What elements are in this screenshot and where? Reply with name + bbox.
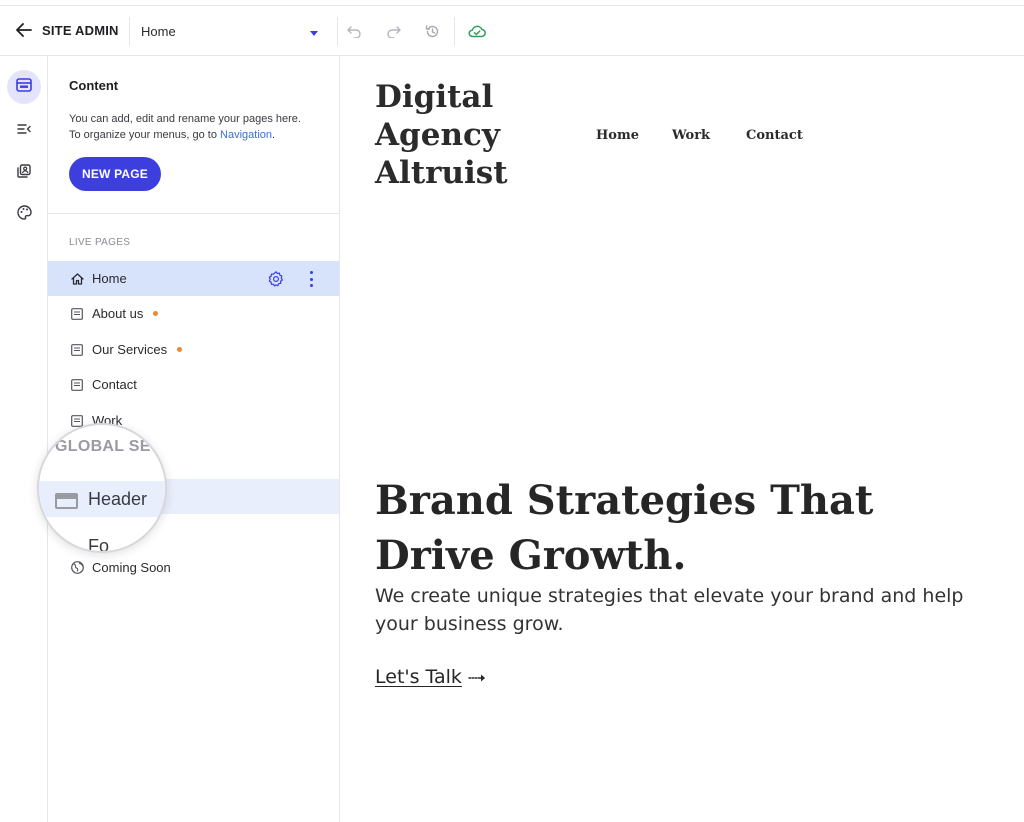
icon-rail [0,56,48,822]
global-row-coming-soon[interactable]: Coming Soon [48,550,339,585]
live-pages-label: LIVE PAGES [69,237,131,248]
footer-row-label-partial[interactable]: Fo [88,536,109,551]
library-icon [17,163,31,183]
rail-design-button[interactable] [7,198,41,232]
undo-icon[interactable] [343,20,365,42]
divider [337,17,338,46]
page-icon [69,306,85,322]
page-row-label: Our Services [92,342,168,357]
site-admin-label: SITE ADMIN [42,22,119,38]
page-row-label: About us [92,306,144,321]
new-page-button[interactable]: NEW PAGE [69,157,161,191]
gear-icon[interactable] [267,270,285,288]
global-sections-label: GLOBAL SEC [55,438,163,455]
hero-title: Brand Strategies That Drive Growth. [375,473,895,583]
zoom-magnifier: GLOBAL SEC Header Fo [37,423,167,553]
page-select[interactable]: Home [130,17,328,46]
site-preview: Digital Agency Altruist Home Work Contac… [341,56,1024,822]
page-row-our-services[interactable]: Our Services [48,332,339,367]
logo-line: Altruist [375,155,508,191]
page-select-value: Home [141,24,176,39]
nav-link-work[interactable]: Work [672,128,710,143]
divider [454,17,455,46]
panel-description: You can add, edit and rename your pages … [69,111,329,143]
page-row-label: Contact [92,377,137,392]
rail-pages-button[interactable] [7,70,41,104]
logo-line: Agency [375,117,500,153]
globe-icon [69,560,85,576]
page-icon [69,377,85,393]
redo-icon[interactable] [383,20,405,42]
caret-down-icon [310,23,318,41]
arrow-left-icon [14,18,34,42]
unsaved-dot [153,311,159,316]
page-row-home[interactable]: Home [48,261,339,296]
description-line-1: You can add, edit and rename your pages … [69,113,301,125]
navigation-link[interactable]: Navigation [220,129,272,141]
page-icon [69,342,85,358]
home-icon [69,271,85,287]
panel-title: Content [69,78,119,93]
site-logo[interactable]: Digital Agency Altruist [375,78,555,192]
back-to-site-admin-button[interactable]: SITE ADMIN [14,18,119,42]
description-suffix: . [272,129,276,141]
header-row-label[interactable]: Header [88,489,147,510]
navigation-icon [17,122,31,140]
cta-label: Let's Talk [375,666,462,688]
hero-title-line: Drive Growth. [375,532,687,579]
nav-link-contact[interactable]: Contact [746,128,803,143]
kebab-icon[interactable] [306,269,316,289]
cloud-check-icon[interactable] [466,20,488,42]
page-row-contact[interactable]: Contact [48,367,339,402]
pages-icon [16,77,32,97]
rail-library-button[interactable] [7,156,41,190]
palette-icon [16,205,32,225]
logo-line: Digital [375,79,494,115]
description-prefix: To organize your menus, go to [69,129,221,141]
history-icon[interactable] [421,20,443,42]
cta-link[interactable]: Let's Talk [375,666,486,688]
header-section-icon [55,493,78,509]
top-bar: SITE ADMIN Home [0,5,1024,56]
divider [48,213,339,214]
page-row-label: Home [92,271,127,286]
hero-title-line: Brand Strategies That [375,477,874,524]
hero-subtitle: We create unique strategies that elevate… [375,585,964,635]
nav-link-home[interactable]: Home [596,128,639,143]
description-line-2: To organize your menus, go to Navigation… [69,127,329,143]
rail-navigation-button[interactable] [7,114,41,148]
page-row-about-us[interactable]: About us [48,296,339,331]
page-row-label: Coming Soon [92,560,171,575]
dotted-arrow-right-icon [468,666,486,688]
unsaved-dot [177,347,183,352]
